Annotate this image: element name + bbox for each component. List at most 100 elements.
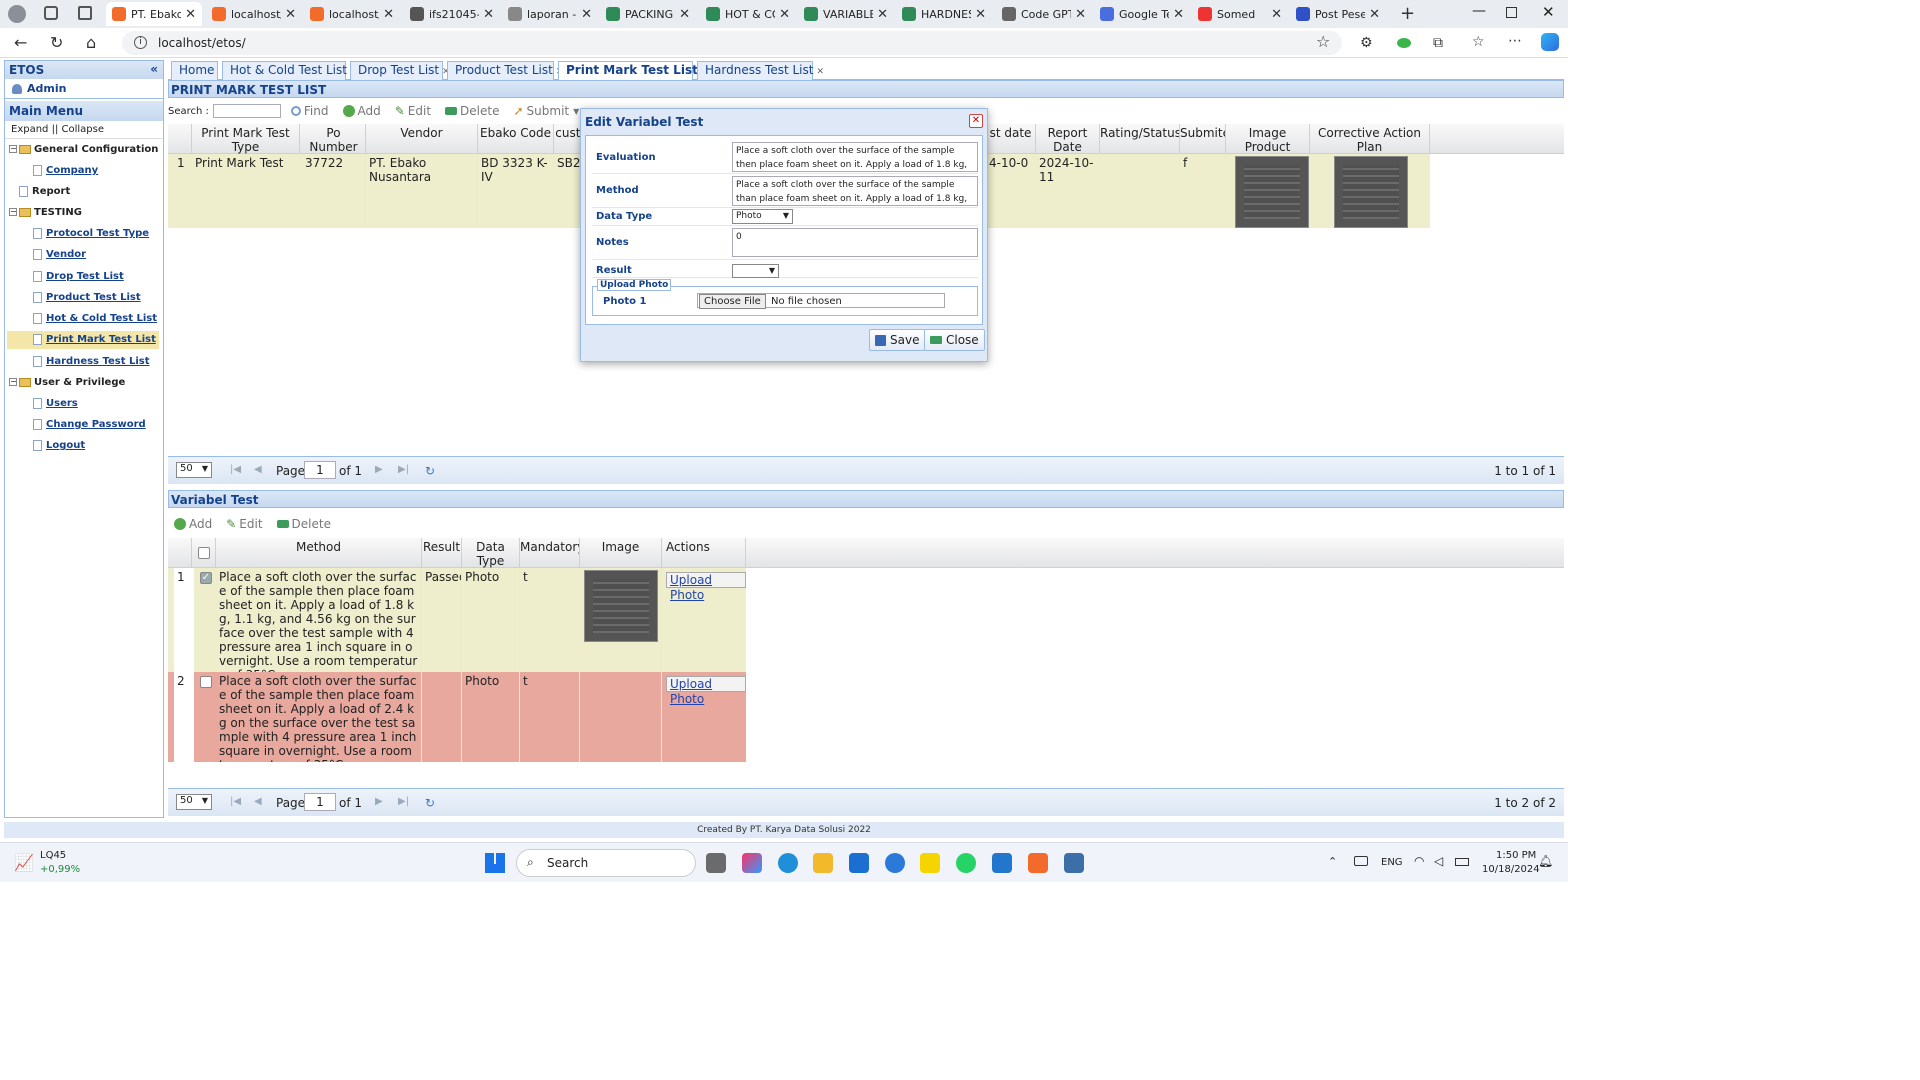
upload-photo-link[interactable]: Upload Photo bbox=[666, 572, 746, 602]
more-icon[interactable]: ⋯ bbox=[1508, 33, 1522, 49]
extension-icon[interactable]: ⚙ bbox=[1360, 35, 1373, 51]
close-tab-icon[interactable]: ✕ bbox=[877, 7, 888, 22]
column-header[interactable]: Data Type bbox=[462, 538, 520, 568]
menu-link-label[interactable]: Protocol Test Type bbox=[46, 228, 149, 239]
menu-link-label[interactable]: Print Mark Test List bbox=[46, 334, 156, 345]
last-page-icon[interactable]: ▶| bbox=[398, 796, 409, 807]
photo-1-file-input[interactable]: Choose File No file chosen bbox=[697, 293, 945, 309]
menu-item[interactable]: Print Mark Test List bbox=[7, 331, 159, 349]
page-tab[interactable]: Home bbox=[171, 61, 218, 80]
last-page-icon[interactable]: ▶| bbox=[398, 464, 409, 475]
task-view-icon[interactable] bbox=[706, 853, 726, 873]
browser-tab[interactable]: PT. Ebako I✕ bbox=[106, 2, 202, 26]
close-tab-icon[interactable]: ✕ bbox=[483, 7, 494, 22]
whatsapp-icon[interactable] bbox=[956, 853, 976, 873]
edit-button[interactable]: ✎ Edit bbox=[395, 104, 431, 118]
browser-tab[interactable]: laporan - G ✕ bbox=[502, 2, 598, 26]
favorite-star-icon[interactable]: ☆ bbox=[1316, 32, 1330, 51]
menu-item[interactable]: Logout bbox=[33, 437, 85, 455]
column-header[interactable]: Mandatory bbox=[520, 538, 580, 568]
page-tab[interactable]: Product Test List✕ bbox=[447, 61, 563, 80]
back-icon[interactable]: ← bbox=[14, 33, 27, 52]
prev-page-icon[interactable]: ◀ bbox=[254, 464, 262, 475]
data-type-select[interactable]: Photo ▼ bbox=[732, 209, 793, 224]
method-textarea[interactable]: Place a soft cloth over the surface of t… bbox=[732, 176, 978, 206]
column-header[interactable]: Image Product bbox=[1226, 124, 1310, 154]
table-row[interactable]: 2 Place a soft cloth over the surface of … bbox=[168, 672, 746, 762]
mail-icon[interactable] bbox=[849, 853, 869, 873]
menu-link-label[interactable]: Hardness Test List bbox=[46, 356, 150, 367]
close-window-icon[interactable]: ✕ bbox=[1542, 3, 1555, 21]
edge-icon[interactable] bbox=[778, 853, 798, 873]
select-all-checkbox[interactable] bbox=[198, 547, 210, 559]
menu-link-label[interactable]: Hot & Cold Test List bbox=[46, 313, 157, 324]
page-tab[interactable]: Hot & Cold Test List✕ bbox=[222, 61, 358, 80]
column-header[interactable]: Result bbox=[422, 538, 462, 568]
menu-link-label[interactable]: Vendor bbox=[46, 249, 86, 260]
dialog-close-icon[interactable]: ✕ bbox=[969, 114, 983, 128]
refresh-icon[interactable]: ↻ bbox=[425, 796, 435, 810]
column-header[interactable]: Image bbox=[580, 538, 662, 568]
menu-item[interactable]: Change Password bbox=[33, 416, 146, 434]
browser-tab[interactable]: localhost/e ✕ bbox=[206, 2, 302, 26]
next-page-icon[interactable]: ▶ bbox=[375, 796, 383, 807]
browser-tab[interactable]: HOT & COL ✕ bbox=[700, 2, 796, 26]
column-header[interactable]: Ebako Code bbox=[478, 124, 554, 154]
browser-tab[interactable]: HARDNESS ✕ bbox=[896, 2, 992, 26]
language-indicator[interactable]: ENG bbox=[1381, 857, 1403, 868]
workspaces-icon[interactable] bbox=[44, 6, 58, 20]
variabel-edit-button[interactable]: ✎ Edit bbox=[226, 517, 262, 531]
result-select[interactable]: ▼ bbox=[732, 264, 779, 278]
browser-tab[interactable]: Somed ✕ bbox=[1192, 2, 1288, 26]
page-tab[interactable]: Print Mark Test List✕ bbox=[558, 61, 708, 80]
refresh-icon[interactable]: ↻ bbox=[50, 33, 63, 52]
tree-toggle-icon[interactable]: − bbox=[9, 145, 17, 153]
menu-item[interactable]: Company bbox=[33, 162, 98, 180]
column-header[interactable]: Po Number bbox=[302, 124, 366, 154]
home-icon[interactable]: ⌂ bbox=[86, 33, 96, 52]
add-button[interactable]: Add bbox=[342, 104, 381, 118]
extensions-puzzle-icon[interactable]: ⧉ bbox=[1433, 35, 1443, 51]
wifi-icon[interactable]: ◠ bbox=[1414, 854, 1424, 868]
start-icon[interactable] bbox=[485, 853, 505, 873]
delete-button[interactable]: Delete bbox=[445, 104, 499, 118]
clock-time[interactable]: 1:50 PM bbox=[1496, 850, 1536, 861]
corrective-action-thumbnail[interactable] bbox=[1334, 156, 1408, 228]
column-header[interactable]: Print Mark Test Type bbox=[192, 124, 300, 154]
menu-link-label[interactable]: Company bbox=[46, 165, 98, 176]
first-page-icon[interactable]: |◀ bbox=[230, 796, 241, 807]
column-header[interactable]: st date bbox=[986, 124, 1036, 154]
menu-link-label[interactable]: Product Test List bbox=[46, 292, 141, 303]
tab-actions-icon[interactable] bbox=[78, 6, 92, 20]
close-tab-icon[interactable]: ✕ bbox=[185, 7, 196, 22]
column-header[interactable]: Corrective Action Plan bbox=[1310, 124, 1430, 154]
close-tab-icon[interactable]: ✕ bbox=[1075, 7, 1086, 22]
menu-link-label[interactable]: Logout bbox=[46, 440, 85, 451]
search-input[interactable] bbox=[212, 104, 281, 118]
menu-item[interactable]: Hot & Cold Test List bbox=[33, 310, 157, 328]
keyboard-icon[interactable] bbox=[1354, 856, 1368, 866]
menu-item[interactable]: Product Test List bbox=[33, 289, 141, 307]
page-number-input[interactable]: 1 bbox=[304, 461, 336, 479]
browser-tab[interactable]: ifs21045-it ✕ bbox=[404, 2, 500, 26]
close-tab-icon[interactable]: ✕ bbox=[1271, 7, 1282, 22]
menu-item[interactable]: Users bbox=[33, 395, 78, 413]
close-tab-icon[interactable]: ✕ bbox=[975, 7, 986, 22]
new-tab-icon[interactable]: + bbox=[1400, 3, 1415, 24]
row-checkbox[interactable] bbox=[200, 676, 212, 688]
first-page-icon[interactable]: |◀ bbox=[230, 464, 241, 475]
page-size-select[interactable]: 50 ▼ bbox=[176, 462, 212, 478]
page-tab[interactable]: Hardness Test List ✕ bbox=[697, 61, 824, 80]
row-checkbox[interactable]: ✓ bbox=[200, 572, 212, 584]
url-field[interactable]: i localhost/etos/ bbox=[122, 31, 1342, 55]
postgres-icon[interactable] bbox=[1064, 853, 1084, 873]
upload-photo-link[interactable]: Upload Photo bbox=[666, 676, 746, 706]
variabel-add-button[interactable]: Add bbox=[174, 517, 212, 531]
page-size-select[interactable]: 50 ▼ bbox=[176, 794, 212, 810]
column-header[interactable]: Method bbox=[216, 538, 422, 568]
tree-toggle-icon[interactable]: − bbox=[9, 378, 17, 386]
sticky-notes-icon[interactable] bbox=[920, 853, 940, 873]
column-header[interactable]: Rating/Status bbox=[1100, 124, 1180, 154]
browser-tab[interactable]: VARIABLE A✕ bbox=[798, 2, 894, 26]
menu-item[interactable]: − User & Privilege bbox=[9, 374, 125, 392]
